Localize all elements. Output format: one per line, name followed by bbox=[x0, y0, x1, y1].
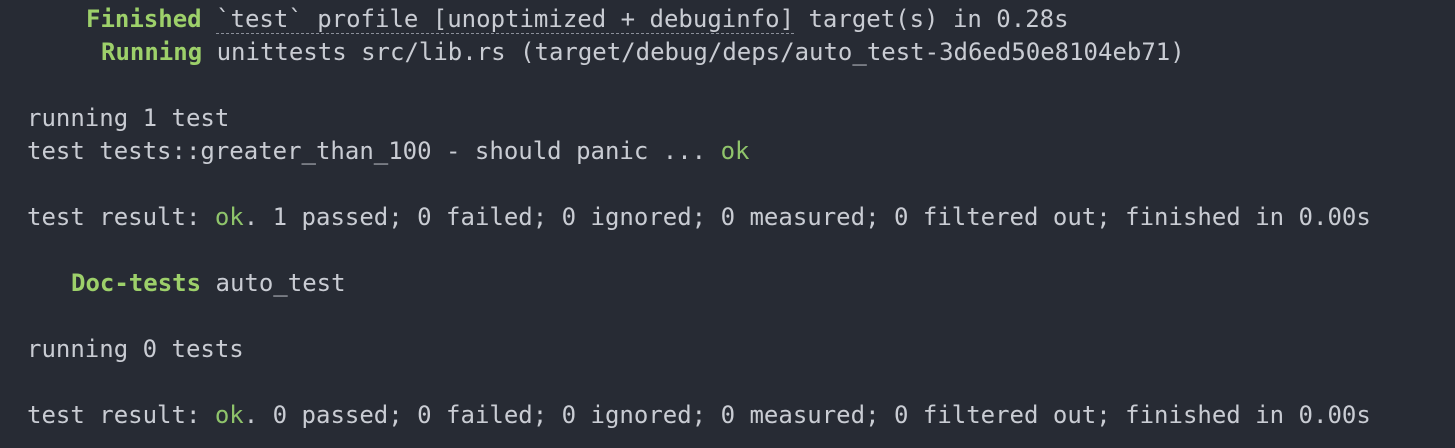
finished-rest: target(s) in 0.28s bbox=[794, 5, 1069, 33]
running-count-line-2: running 0 tests bbox=[27, 335, 244, 363]
doc-tests-line: Doc-tests auto_test bbox=[71, 267, 346, 300]
test-result-summary-2: . 0 passed; 0 failed; 0 ignored; 0 measu… bbox=[243, 401, 1371, 429]
profile-link[interactable]: `test` profile [unoptimized + debuginfo] bbox=[216, 5, 794, 33]
test-result-summary: . 1 passed; 0 failed; 0 ignored; 0 measu… bbox=[243, 203, 1371, 231]
terminal-output: Finished `test` profile [unoptimized + d… bbox=[27, 0, 1437, 448]
doc-tests-text: auto_test bbox=[201, 269, 346, 297]
test-result-prefix-2: test result: bbox=[27, 401, 215, 429]
test-case-text: test tests::greater_than_100 - should pa… bbox=[27, 137, 721, 165]
test-case-status: ok bbox=[720, 137, 750, 165]
test-result-status-2: ok bbox=[214, 401, 244, 429]
test-result-prefix: test result: bbox=[27, 203, 215, 231]
test-result-line-2: test result: ok. 0 passed; 0 failed; 0 i… bbox=[27, 399, 1371, 432]
running-count-line: running 1 test bbox=[27, 104, 230, 132]
doc-tests-keyword: Doc-tests bbox=[71, 269, 202, 297]
running-line: Running unittests src/lib.rs (target/deb… bbox=[101, 36, 1185, 69]
finished-keyword: Finished bbox=[86, 5, 202, 33]
finished-line: Finished `test` profile [unoptimized + d… bbox=[86, 3, 1069, 36]
test-result-status: ok bbox=[214, 203, 244, 231]
running-keyword: Running bbox=[101, 38, 203, 66]
test-case-line: test tests::greater_than_100 - should pa… bbox=[27, 135, 749, 168]
test-result-line: test result: ok. 1 passed; 0 failed; 0 i… bbox=[27, 201, 1371, 234]
running-text: unittests src/lib.rs (target/debug/deps/… bbox=[202, 38, 1185, 66]
